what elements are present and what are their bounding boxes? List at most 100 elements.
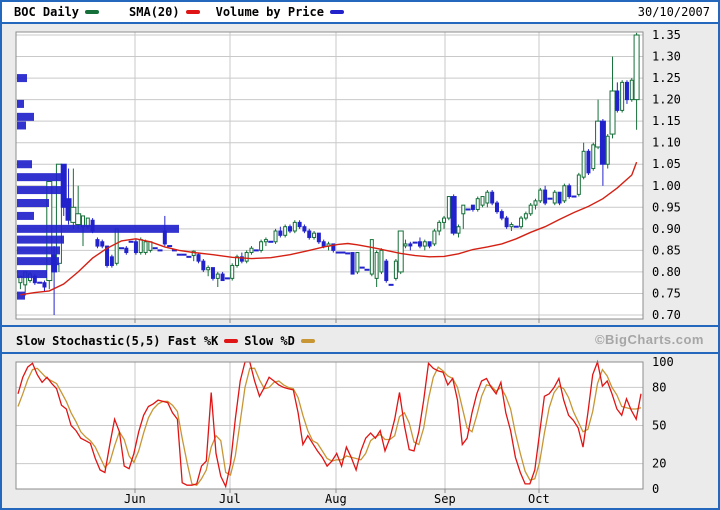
candle-down — [625, 82, 628, 99]
candle-up — [149, 242, 152, 251]
candle-up — [394, 261, 397, 278]
sma-swatch-icon — [186, 10, 200, 14]
candle-up — [356, 253, 359, 272]
top-legend-bar: BOC Daily SMA(20) Volume by Price 30/10/… — [2, 2, 718, 22]
sma-label: SMA(20) — [129, 5, 180, 19]
stoch-tick-label: 50 — [652, 419, 666, 433]
candle-up — [539, 190, 542, 201]
candle-up — [76, 214, 81, 225]
candle-doji — [119, 247, 124, 249]
stoch-d-label: Slow %D — [244, 334, 295, 348]
candle-up — [207, 268, 210, 270]
month-label: Oct — [528, 492, 550, 506]
price-tick-label: 0.75 — [652, 286, 681, 300]
candle-down — [197, 255, 200, 261]
candle-up — [610, 91, 615, 134]
candle-up — [476, 199, 479, 210]
legend-item-sma: SMA(20) — [129, 5, 206, 19]
candle-up — [520, 218, 523, 227]
candle-up — [284, 227, 287, 236]
candle-up — [71, 207, 76, 222]
candle-up — [274, 231, 277, 242]
stoch-tick-label: 80 — [652, 380, 666, 394]
candle-up — [293, 222, 296, 231]
month-label: Sep — [434, 492, 456, 506]
candle-doji — [340, 252, 345, 254]
candle-down — [317, 233, 320, 242]
candle-down — [298, 222, 301, 226]
month-label: Aug — [325, 492, 347, 506]
candle-down — [451, 197, 456, 234]
candle-up — [630, 80, 633, 99]
price-tick-label: 0.70 — [652, 308, 681, 322]
volume-by-price-bar — [17, 270, 47, 278]
candle-doji — [413, 242, 418, 244]
candle-down — [61, 164, 66, 207]
volume-by-price-bar — [17, 246, 60, 254]
candle-up — [606, 136, 609, 164]
candle-up — [592, 145, 595, 169]
candle-up — [375, 253, 378, 279]
candle-doji — [572, 196, 577, 198]
candle-down — [125, 248, 128, 252]
candle-up — [260, 242, 263, 251]
candle-doji — [268, 241, 273, 243]
chart-date: 30/10/2007 — [638, 5, 710, 19]
candle-down — [500, 212, 503, 218]
candle-down — [587, 151, 590, 173]
price-tick-label: 1.35 — [652, 28, 681, 42]
bigcharts-attribution: ©BigCharts.com — [595, 332, 704, 347]
candle-down — [385, 261, 388, 280]
candle-down — [600, 121, 605, 164]
price-tick-label: 1.25 — [652, 71, 681, 85]
price-tick-label: 1.20 — [652, 93, 681, 107]
price-tick-label: 1.00 — [652, 179, 681, 193]
candle-down — [505, 218, 508, 227]
price-series-label: BOC Daily — [14, 5, 79, 19]
price-tick-label: 1.05 — [652, 157, 681, 171]
candle-up — [486, 192, 489, 203]
separator-mid-1 — [2, 325, 718, 327]
volume-by-price-bar — [17, 74, 27, 82]
vbp-swatch-icon — [330, 10, 344, 14]
candle-doji — [254, 249, 259, 251]
stoch-k-swatch-icon — [224, 339, 238, 343]
candle-up — [621, 82, 624, 110]
chart-window: BOC Daily SMA(20) Volume by Price 30/10/… — [0, 0, 720, 510]
candle-down — [568, 186, 571, 197]
candle-doji — [158, 249, 163, 251]
candle-down — [303, 227, 306, 231]
candle-up — [144, 242, 147, 253]
candle-doji — [365, 269, 370, 271]
candle-up — [563, 186, 566, 201]
candle-down — [43, 283, 46, 287]
legend-item-price-series: BOC Daily — [14, 5, 105, 19]
candle-up — [438, 222, 441, 231]
candle-up — [250, 248, 253, 252]
candle-down — [308, 231, 311, 237]
candle-down — [616, 91, 619, 110]
stoch-tick-label: 0 — [652, 482, 659, 496]
candle-up — [443, 218, 446, 222]
candle-down — [351, 253, 354, 275]
candle-doji — [336, 252, 341, 254]
candle-up — [529, 205, 532, 214]
candle-up — [534, 201, 537, 205]
candle-down — [96, 240, 99, 246]
candle-down — [221, 274, 224, 280]
volume-by-price-bar — [17, 121, 26, 129]
candle-down — [322, 242, 325, 246]
candle-up — [524, 214, 527, 218]
candle-doji — [389, 284, 394, 286]
candle-up — [115, 229, 118, 263]
candle-doji — [167, 245, 172, 247]
candle-doji — [514, 226, 519, 228]
candle-up — [313, 233, 316, 237]
candle-doji — [547, 198, 552, 200]
candle-up — [380, 250, 383, 272]
stoch-k-label: Slow Stochastic(5,5) Fast %K — [16, 334, 218, 348]
candle-doji — [182, 254, 187, 256]
candle-up — [481, 197, 484, 206]
candle-up — [582, 151, 585, 177]
price-tick-label: 0.95 — [652, 200, 681, 214]
